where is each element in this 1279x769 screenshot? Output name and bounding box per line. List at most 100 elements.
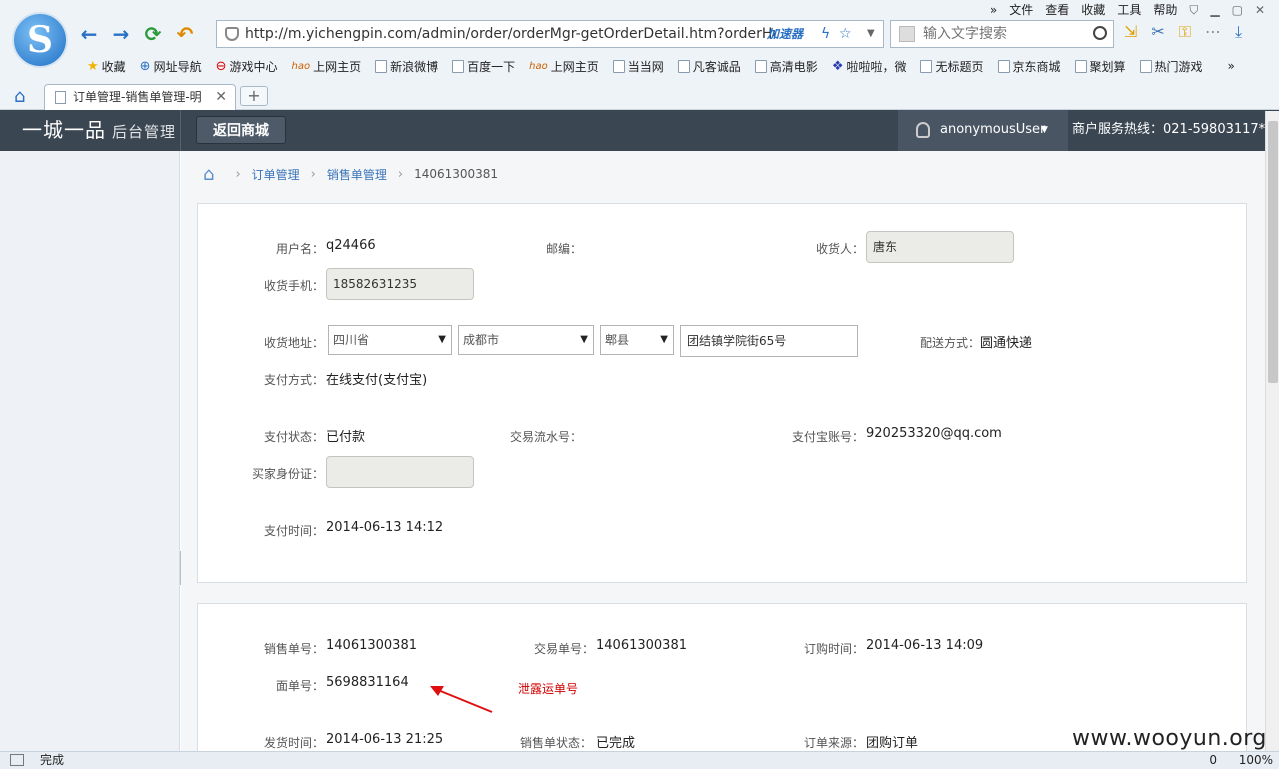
waybill-value: 5698831164 xyxy=(326,675,409,690)
sidebar xyxy=(0,151,180,751)
breadcrumb-sales-management[interactable]: 销售单管理 xyxy=(327,166,387,183)
back-arrow-icon[interactable]: ← xyxy=(76,22,102,46)
menu-file[interactable]: 文件 xyxy=(1009,2,1033,18)
bookmark-item[interactable]: ❖ 啦啦啦，微 xyxy=(825,56,914,76)
district-select[interactable]: 郫县 ▼ xyxy=(600,325,674,355)
city-select[interactable]: 成都市 ▼ xyxy=(458,325,594,355)
bookmark-item[interactable]: 百度一下 xyxy=(445,56,522,76)
star-icon[interactable]: ☆ xyxy=(839,21,852,47)
waybill-label: 面单号： xyxy=(275,679,324,693)
postcode-label: 邮编： xyxy=(545,242,582,256)
chevron-down-icon: ▼ xyxy=(1041,125,1048,135)
username-label: 用户名： xyxy=(275,242,324,256)
page-icon xyxy=(677,59,690,73)
chevron-down-icon: ▼ xyxy=(438,334,446,345)
new-tab-button[interactable]: + xyxy=(240,86,268,106)
bookmarks-more[interactable]: » xyxy=(1210,56,1242,76)
watermark: www.wooyun.org xyxy=(1072,726,1267,751)
pay-time-label: 支付时间： xyxy=(263,524,324,538)
search-engine-icon[interactable] xyxy=(899,26,915,42)
chevron-down-icon[interactable]: ▼ xyxy=(867,21,875,47)
breadcrumb-separator: › xyxy=(310,166,316,182)
menu-more[interactable]: » xyxy=(990,2,997,18)
game-icon: ⊖ xyxy=(215,58,227,74)
breadcrumb-separator: › xyxy=(235,166,241,182)
skin-icon[interactable]: ⛉ xyxy=(1189,2,1198,18)
bookmark-item[interactable]: hao 上网主页 xyxy=(285,56,369,76)
url-text[interactable]: http://m.yichengpin.com/admin/order/orde… xyxy=(245,21,775,47)
breadcrumb-current: 14061300381 xyxy=(414,167,499,181)
refresh-icon[interactable]: ⟳ xyxy=(140,22,166,46)
sidebar-toggle-icon[interactable] xyxy=(10,754,24,766)
bookmark-item[interactable]: 京东商城 xyxy=(991,56,1068,76)
street-input[interactable]: 团结镇学院街65号 xyxy=(680,325,858,357)
tab-order-detail[interactable]: 订单管理-销售单管理-明 ✕ xyxy=(44,84,236,110)
receiver-input[interactable]: 唐东 xyxy=(866,231,1014,263)
page-icon xyxy=(997,59,1010,73)
search-box[interactable] xyxy=(890,20,1114,48)
home-icon[interactable]: ⌂ xyxy=(203,164,214,185)
service-hotline: 商户服务热线：021-59803117*831 xyxy=(1072,122,1268,137)
bookmark-item[interactable]: 高清电影 xyxy=(748,56,825,76)
login-icon[interactable]: ⇲ xyxy=(1124,22,1137,42)
province-select[interactable]: 四川省 ▼ xyxy=(328,325,452,355)
more-icon[interactable]: ⋯ xyxy=(1205,22,1221,42)
phone-input[interactable]: 18582631235 xyxy=(326,268,474,300)
user-menu[interactable]: anonymousUser ▼ xyxy=(898,110,1068,151)
menu-favorites[interactable]: 收藏 xyxy=(1081,2,1105,18)
brand-logo[interactable]: 一城一品 后台管理 xyxy=(22,110,176,152)
hao-icon: hao xyxy=(291,60,311,72)
lightning-icon[interactable]: ϟ xyxy=(821,21,830,47)
key-icon[interactable]: ⚿ xyxy=(1179,22,1191,42)
user-name: anonymousUser xyxy=(940,122,1046,137)
address-bar[interactable]: http://m.yichengpin.com/admin/order/orde… xyxy=(216,20,884,48)
bookmark-item[interactable]: 热门游戏 xyxy=(1133,56,1210,76)
close-tab-icon[interactable]: ✕ xyxy=(215,85,227,109)
pay-method-value: 在线支付(支付宝) xyxy=(326,373,428,388)
browser-menu: » 文件 查看 收藏 工具 帮助 ⛉ ▁ ▢ ✕ xyxy=(990,2,1265,18)
chevron-down-icon: ▼ xyxy=(660,334,668,345)
home-icon[interactable]: ⌂ xyxy=(14,86,25,107)
maximize-icon[interactable]: ▢ xyxy=(1232,2,1243,18)
page-icon xyxy=(1074,59,1087,73)
page-icon xyxy=(1139,59,1152,73)
menu-help[interactable]: 帮助 xyxy=(1153,2,1177,18)
menu-view[interactable]: 查看 xyxy=(1045,2,1069,18)
download-icon[interactable]: ⤓ xyxy=(1235,22,1242,42)
close-window-icon[interactable]: ✕ xyxy=(1255,2,1265,18)
bookmark-item[interactable]: hao 上网主页 xyxy=(522,56,606,76)
tab-strip: ⌂ 订单管理-销售单管理-明 ✕ + xyxy=(0,82,1279,110)
back-to-store-button[interactable]: 返回商城 xyxy=(196,116,286,144)
accelerator-label[interactable]: 加速器 xyxy=(767,21,803,47)
status-text: 完成 xyxy=(40,753,65,767)
scrollbar-thumb[interactable] xyxy=(1268,121,1278,383)
bookmark-item[interactable]: 无标题页 xyxy=(913,56,990,76)
bookmark-item[interactable]: 当当网 xyxy=(606,56,671,76)
search-icon[interactable] xyxy=(1093,26,1107,40)
divider xyxy=(180,110,181,151)
undo-icon[interactable]: ↶ xyxy=(172,22,198,46)
forward-arrow-icon[interactable]: → xyxy=(108,22,134,46)
search-input[interactable] xyxy=(923,23,1083,45)
bookmarks-bar: ★ 收藏 ⊕ 网址导航 ⊖ 游戏中心 hao 上网主页 新浪微博 百度一下 hao 上网主… xyxy=(80,56,1242,76)
browser-logo[interactable]: S xyxy=(12,12,68,68)
breadcrumb-order-management[interactable]: 订单管理 xyxy=(252,166,300,183)
breadcrumb-separator: › xyxy=(397,166,404,182)
delivery-label: 配送方式： xyxy=(919,336,980,350)
status-count: 0 xyxy=(1209,753,1217,767)
delivery-value: 圆通快递 xyxy=(980,336,1033,351)
main-content: ⌂ › 订单管理 › 销售单管理 › 14061300381 用户名： q244… xyxy=(181,151,1265,751)
bookmark-item[interactable]: 新浪微博 xyxy=(368,56,445,76)
bookmark-item[interactable]: ⊕ 网址导航 xyxy=(133,56,209,76)
tab-title: 订单管理-销售单管理-明 xyxy=(73,90,202,104)
scissors-icon[interactable]: ✂ xyxy=(1151,22,1164,42)
bookmark-item[interactable]: 聚划算 xyxy=(1068,56,1133,76)
buyer-id-input[interactable] xyxy=(326,456,474,488)
minimize-icon[interactable]: ▁ xyxy=(1210,2,1219,18)
bookmark-item[interactable]: ⊖ 游戏中心 xyxy=(209,56,285,76)
bookmark-item[interactable]: 凡客诚品 xyxy=(671,56,748,76)
menu-tools[interactable]: 工具 xyxy=(1117,2,1141,18)
zoom-level[interactable]: 100% xyxy=(1239,752,1273,769)
page-scrollbar[interactable] xyxy=(1265,111,1279,751)
bookmark-item[interactable]: ★ 收藏 xyxy=(80,56,133,76)
